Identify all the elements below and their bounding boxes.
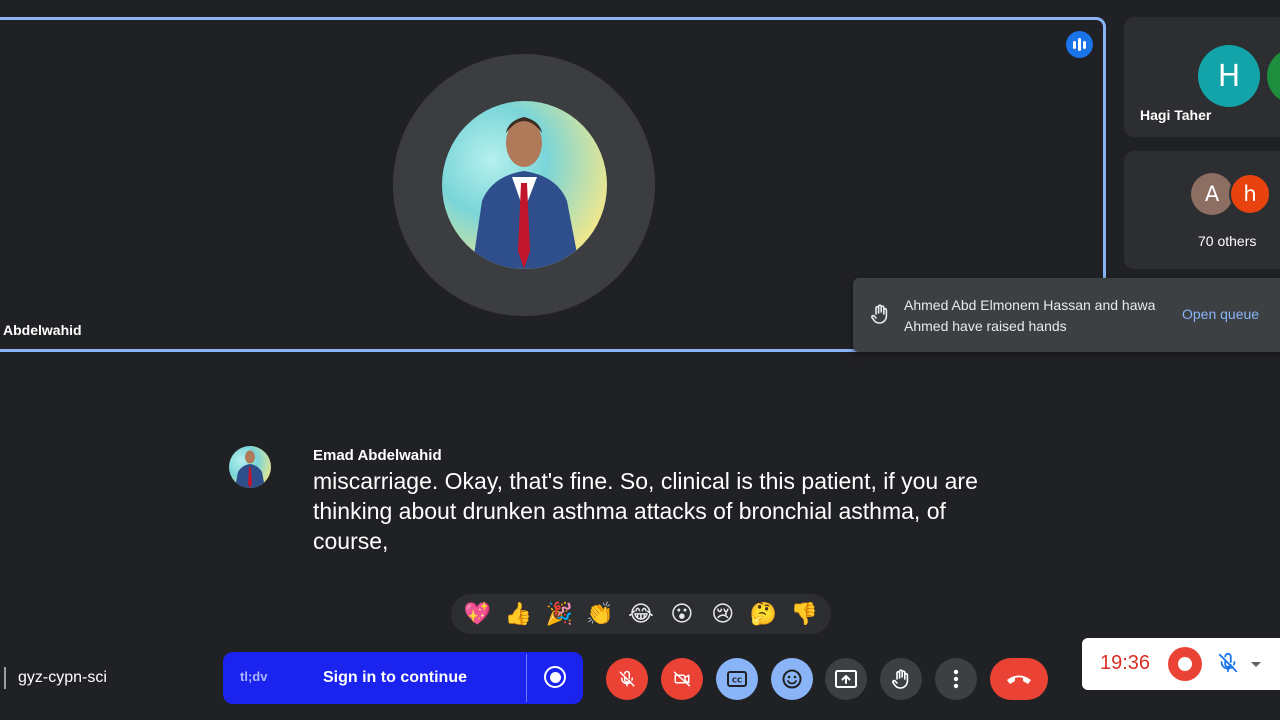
hand-icon [892,669,909,689]
reaction-sparkling-heart[interactable]: 💖 [460,597,494,631]
tldv-signin-button[interactable]: Sign in to continue [323,669,467,687]
camera-off-icon [673,671,691,687]
record-icon [549,671,561,683]
participant-avatar: h [1229,173,1271,215]
reaction-thumbs-up[interactable]: 👍 [501,597,535,631]
participant-name: Hagi Taher [1140,107,1212,123]
present-icon [835,670,857,688]
speaking-indicator-icon [1066,31,1093,58]
caption-speaker-name: Emad Abdelwahid [313,447,442,464]
tldv-panel: tl;dv Sign in to continue [223,652,583,704]
record-icon [1178,657,1192,671]
participant-avatar [1264,45,1280,107]
reaction-crying[interactable]: 😢 [706,597,740,631]
leave-call-button[interactable] [990,658,1048,700]
meet-window: Abdelwahid H Hagi Taher A h 70 others Ah… [0,0,1280,720]
raise-hand-button[interactable] [880,658,922,700]
camera-off-button[interactable] [661,658,703,700]
mic-off-icon [619,670,635,687]
raised-hand-icon [871,304,889,329]
tldv-logo: tl;dv [240,669,268,684]
participant-avatar [442,101,607,269]
participant-avatar: H [1198,45,1260,107]
tldv-record-button[interactable] [544,666,566,688]
others-count: 70 others [1198,233,1257,249]
reaction-thumbs-down[interactable]: 👎 [787,597,821,631]
emoji-icon [782,669,802,689]
stop-recording-button[interactable] [1168,647,1202,681]
caption-speaker-avatar [229,446,271,488]
raised-hands-message: Ahmed Abd Elmonem Hassan and hawa Ahmed … [904,297,1156,334]
more-options-button[interactable] [935,658,977,700]
chevron-down-icon[interactable] [1250,656,1262,674]
mic-off-button[interactable] [606,658,648,700]
captions-icon: CC [727,671,747,687]
main-participant-name: Abdelwahid [3,322,82,338]
meeting-code: gyz-cypn-sci [18,669,107,686]
phone-hangup-icon [1007,675,1031,684]
emoji-button[interactable] [771,658,813,700]
mic-off-icon [1218,652,1238,673]
participant-tile-hagi-taher[interactable]: H Hagi Taher [1124,17,1280,137]
recording-mic-toggle[interactable] [1217,651,1239,680]
meeting-code-divider [4,667,6,689]
participant-avatar: A [1191,173,1233,215]
svg-text:CC: CC [732,677,742,685]
caption-text: miscarriage. Okay, that's fine. So, clin… [313,468,978,554]
open-queue-link[interactable]: Open queue [1182,306,1259,322]
more-vert-icon [953,669,959,689]
present-button[interactable] [825,658,867,700]
tldv-divider [526,654,527,702]
recording-widget: 19:36 [1082,638,1280,690]
raised-hands-toast: Ahmed Abd Elmonem Hassan and hawa Ahmed … [853,278,1280,352]
reaction-thinking[interactable]: 🤔 [747,597,781,631]
reaction-party-popper[interactable]: 🎉 [542,597,576,631]
captions-button[interactable]: CC [716,658,758,700]
reactions-bar: 💖 👍 🎉 👏 😂 😮 😢 🤔 👎 [451,594,831,634]
reaction-tears-of-joy[interactable]: 😂 [624,597,658,631]
recording-timer: 19:36 [1100,652,1151,674]
others-tile[interactable]: A h 70 others [1124,151,1280,269]
reaction-clapping-hands[interactable]: 👏 [583,597,617,631]
reaction-surprised[interactable]: 😮 [665,597,699,631]
